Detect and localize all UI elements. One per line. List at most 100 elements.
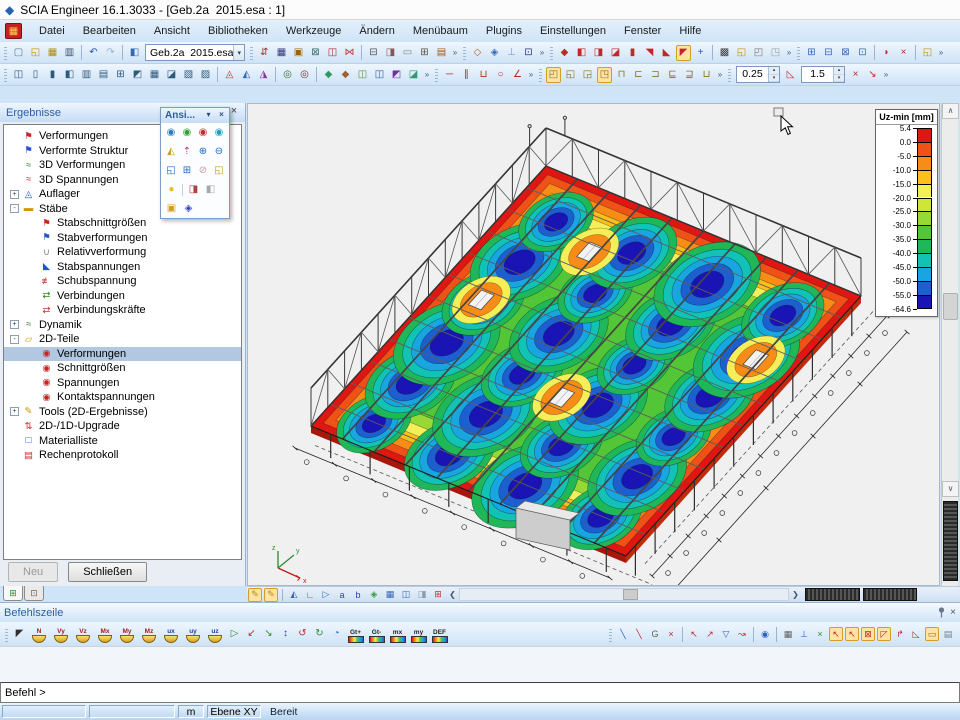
model-3d[interactable]: xyz <box>248 104 939 585</box>
tree-item-2d-teile[interactable]: -▱2D-Teile <box>4 332 241 347</box>
snap-edge-icon[interactable]: ◸ <box>877 627 891 641</box>
tree-item-kontaktspannungen[interactable]: ◉Kontaktspannungen <box>4 390 241 405</box>
toolbar-grip[interactable] <box>4 67 7 82</box>
toolbar-overflow-icon[interactable]: » <box>936 48 946 57</box>
clipping-box-icon[interactable]: ▣ <box>164 201 179 216</box>
view-params-icon[interactable]: ◎ <box>280 67 295 83</box>
cursor-snap-mode-icon[interactable]: ◉ <box>758 627 772 641</box>
clipboard-picture-icon[interactable]: ◗ <box>879 45 894 61</box>
snap-midface-icon[interactable]: ◺ <box>909 627 923 641</box>
zoom-window-icon[interactable]: ◱ <box>164 163 178 178</box>
snap-point-icon[interactable]: ↖ <box>829 627 843 641</box>
zoom-in-icon[interactable]: ⊕ <box>196 144 210 159</box>
show-colors-icon[interactable]: ⊞ <box>431 588 445 602</box>
vertical-scroll-thumb[interactable] <box>943 293 958 320</box>
node-move-icon[interactable]: ◭ <box>239 67 254 83</box>
tab-tree[interactable]: ⊞ <box>3 586 23 601</box>
fast-render-solid-icon[interactable]: ✎ <box>264 588 278 602</box>
result-mx-icon[interactable]: Mx <box>95 626 115 643</box>
object-info-icon[interactable]: ⊡ <box>521 45 536 61</box>
contour-gt--icon[interactable]: Gt- <box>367 626 386 643</box>
toolbar-overflow-icon[interactable]: » <box>422 70 432 79</box>
command-panel-close-icon[interactable]: × <box>950 607 956 618</box>
grid-step-spinner[interactable]: 0.25▴▾ <box>736 66 780 83</box>
layer-lock-icon[interactable]: ◪ <box>406 67 421 83</box>
tree-item-spannungen[interactable]: ◉Spannungen <box>4 376 241 391</box>
view-projection-icon[interactable]: ◭ <box>164 144 178 159</box>
open-project-icon[interactable]: ◱ <box>28 45 43 61</box>
polyline-mode-icon[interactable]: ╲ <box>632 627 646 641</box>
project-combo[interactable]: Geb.2a 2015.esa▾ <box>145 44 245 61</box>
pin-icon[interactable] <box>937 607 946 618</box>
hook-join-icon[interactable]: ⊒ <box>682 67 697 83</box>
copy-view-icon[interactable]: ⊞ <box>804 45 819 61</box>
section-u-icon[interactable]: ◧ <box>62 67 77 83</box>
toolbar-overflow-icon[interactable]: » <box>715 70 725 79</box>
horizontal-zoom-slider-1[interactable] <box>805 588 860 601</box>
viewport-3d[interactable]: xyz Uz-min [mm] 5.40.0-5.0-10.0-15.0-20.… <box>247 103 940 586</box>
show-labels-icon[interactable]: ▷ <box>319 588 333 602</box>
hook-rotate-icon[interactable]: ◳ <box>597 67 612 83</box>
tree-item-verbindungskräfte[interactable]: ⇄Verbindungskräfte <box>4 303 241 318</box>
tree-item-relativverformung[interactable]: ∪Relativverformung <box>4 245 241 260</box>
new-rib-icon[interactable]: ◥ <box>642 45 657 61</box>
new-project-icon[interactable]: ▢ <box>11 45 26 61</box>
show-layers-icon[interactable]: ◨ <box>415 588 429 602</box>
snap-arc-icon[interactable]: ↱ <box>893 627 907 641</box>
doc-template-icon[interactable]: ◰ <box>751 45 766 61</box>
tree-item-schubspannung[interactable]: ≢Schubspannung <box>4 274 241 289</box>
horizontal-scrollbar[interactable] <box>459 588 789 601</box>
toolbar-grip[interactable] <box>4 45 7 60</box>
result-uz-icon[interactable]: uz <box>205 626 225 643</box>
snap-intersection-icon[interactable]: ⊠ <box>861 627 875 641</box>
menu-werkzeuge[interactable]: Werkzeuge <box>277 23 350 39</box>
tree-item-2d-1d-upgrade[interactable]: ⇅2D-/1D-Upgrade <box>4 419 241 434</box>
section-l-icon[interactable]: ▮ <box>45 67 60 83</box>
project-settings-icon[interactable]: ⇵ <box>257 45 272 61</box>
doc-export-icon[interactable]: ◳ <box>768 45 783 61</box>
hook-move-icon[interactable]: ◱ <box>563 67 578 83</box>
layer-select-icon[interactable]: ◫ <box>355 67 370 83</box>
horizontal-zoom-slider-2[interactable] <box>863 588 917 601</box>
light-icon[interactable]: ● <box>164 182 179 197</box>
modify-member-icon[interactable]: ◤ <box>676 45 691 61</box>
tab-window[interactable]: ⊡ <box>24 586 44 601</box>
toolbar-grip[interactable] <box>435 67 438 82</box>
hscroll-right-icon[interactable]: ❯ <box>789 588 802 602</box>
redraw-icon[interactable]: ◇ <box>470 45 485 61</box>
new-wall-icon[interactable]: ▮ <box>625 45 640 61</box>
dim-circle-icon[interactable]: ○ <box>493 67 508 83</box>
libraries-icon[interactable]: ▦ <box>274 45 289 61</box>
scroll-up-icon[interactable]: ∧ <box>942 103 959 119</box>
menu-bibliotheken[interactable]: Bibliotheken <box>199 23 277 39</box>
render-3d-icon[interactable]: ◈ <box>181 201 196 216</box>
hook-select-icon[interactable]: ◰ <box>546 67 561 83</box>
zoom-selection-icon[interactable]: ◈ <box>487 45 502 61</box>
materials-icon[interactable]: ⊠ <box>308 45 323 61</box>
snap-endpoint-icon[interactable]: ↖ <box>687 627 701 641</box>
section-pipe-icon[interactable]: ⊞ <box>113 67 128 83</box>
tree-item-stabspannungen[interactable]: ◣Stabspannungen <box>4 260 241 275</box>
toolbar-grip[interactable] <box>728 67 731 82</box>
curve-mode-icon[interactable]: G <box>648 627 662 641</box>
result-my-icon[interactable]: My <box>117 626 137 643</box>
menu-einstellungen[interactable]: Einstellungen <box>531 23 615 39</box>
hook-mirror-icon[interactable]: ⊓ <box>614 67 629 83</box>
redo-icon[interactable]: ↷ <box>103 45 118 61</box>
snap-surface-icon[interactable]: ▭ <box>925 627 939 641</box>
zoom-restore-icon[interactable]: ⊘ <box>196 163 210 178</box>
result-phi-icon[interactable]: ◔ <box>329 626 344 642</box>
menu-hilfe[interactable]: Hilfe <box>670 23 710 39</box>
hook-offset-icon[interactable]: ⊔ <box>699 67 714 83</box>
toolbar-overflow-icon[interactable]: » <box>526 70 536 79</box>
toolbar-grip[interactable] <box>609 627 612 642</box>
scale-1n-icon[interactable]: ↘ <box>865 67 880 83</box>
walk-mode-icon[interactable]: ⇡ <box>180 144 194 159</box>
dim-parallel-icon[interactable]: ∥ <box>459 67 474 83</box>
toolbar-grip[interactable] <box>797 45 800 60</box>
result-vy-icon[interactable]: Vy <box>51 626 71 643</box>
menu-men-baum[interactable]: Menübaum <box>404 23 477 39</box>
contour-my-icon[interactable]: my <box>409 626 428 643</box>
delete-line-icon[interactable]: × <box>664 627 678 641</box>
toolbar-overflow-icon[interactable]: » <box>537 48 547 57</box>
